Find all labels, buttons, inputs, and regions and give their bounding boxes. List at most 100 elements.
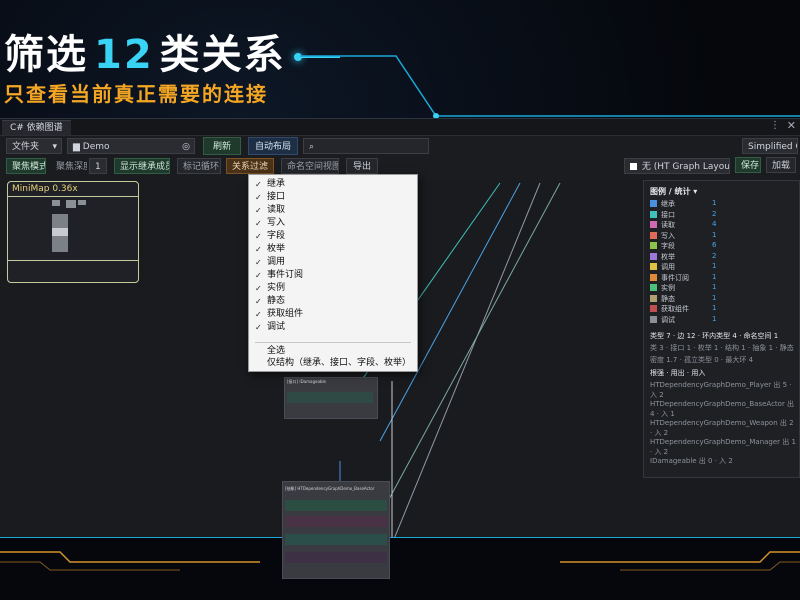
menu-item-label: 写入 [267, 218, 286, 228]
legend-swatch [650, 294, 657, 302]
load-button[interactable]: 加载 [766, 157, 796, 173]
menu-item-read[interactable]: ✓ 读取 [249, 204, 417, 217]
focus-mode-toggle[interactable]: 聚焦模式 [6, 158, 46, 174]
menu-item-label: 事件订阅 [267, 270, 304, 280]
graph-node-title: [接口] IDamageable [287, 379, 327, 384]
legend-name: 字段 [661, 242, 675, 250]
menu-item-debug[interactable]: ✓ 调试 [249, 321, 417, 334]
menu-item-structure-only[interactable]: 仅结构（继承、接口、字段、枚举） [249, 357, 417, 370]
show-inherited-toggle[interactable]: 显示继承成员 [114, 158, 170, 174]
check-icon: ✓ [255, 310, 262, 319]
menu-item-label: 调用 [267, 257, 286, 267]
layout-profile-value: 无 (HT Graph Layout Pro [641, 162, 730, 172]
legend-swatch [650, 252, 657, 260]
stats-summary-types: 类型 7 · 边 12 · 环内类型 4 · 命名空间 1 [650, 332, 779, 340]
namespace-view-toggle[interactable]: 命名空间视图 [281, 158, 339, 174]
menu-item-get-component[interactable]: ✓ 获取组件 [249, 308, 417, 321]
legend-name: 接口 [661, 210, 675, 219]
menu-item-call[interactable]: ✓ 调用 [249, 256, 417, 269]
legend-count: 1 [712, 230, 717, 239]
legend-swatch [650, 210, 657, 218]
legend-row: 读取 4 [650, 220, 790, 229]
graph-node-base-actor[interactable]: [抽象] HTDependencyGraphDemo_BaseActor [282, 481, 390, 579]
legend-count: 1 [712, 199, 717, 207]
refresh-button[interactable]: 刷新 [203, 137, 241, 155]
menu-item-label: 接口 [267, 192, 286, 202]
legend-name: 获取组件 [661, 305, 689, 313]
graph-node-port [285, 534, 387, 545]
check-icon: ✓ [255, 271, 262, 280]
menu-item-field[interactable]: ✓ 字段 [249, 230, 417, 243]
decor-circuit-bottom [0, 551, 800, 571]
legend-row: 获取组件 1 [650, 304, 790, 313]
more-menu-icon[interactable]: ⋮ [770, 120, 780, 131]
root-row: HTDependencyGraphDemo_Player 出 5 · 入 2 [650, 381, 792, 398]
check-icon: ✓ [255, 219, 262, 228]
legend-row: 事件订阅 1 [650, 273, 790, 282]
search-input[interactable]: ⌕ [303, 138, 429, 154]
roots-header: 根强 · 用出 · 用入 [650, 369, 706, 377]
mark-cycles-toggle[interactable]: 标记循环 [177, 158, 221, 174]
menu-item-label: 读取 [267, 205, 286, 215]
legend-row: 写入 1 [650, 231, 790, 240]
chevron-down-icon: ▾ [52, 142, 57, 152]
toolbar-row-1: 文件夹 ▾ ▆ Demo ◎ 刷新 自动布局 ⌕ Simplified C [0, 137, 800, 157]
legend-count: 1 [712, 262, 717, 270]
legend-row: 字段 6 [650, 241, 790, 250]
root-row: HTDependencyGraphDemo_Manager 出 1 · 入 2 [650, 438, 796, 455]
menu-item-event[interactable]: ✓ 事件订阅 [249, 269, 417, 282]
check-icon: ✓ [255, 297, 262, 306]
export-button[interactable]: 导出 [346, 158, 378, 174]
graph-node-title: [抽象] HTDependencyGraphDemo_BaseActor [285, 486, 375, 491]
check-icon: ✓ [255, 232, 262, 241]
legend-swatch [650, 231, 657, 239]
menu-item-label: 继承 [267, 179, 286, 189]
graph-node-port [285, 516, 387, 527]
focus-depth-input[interactable]: 1 [89, 158, 107, 174]
headline-number: 12 [94, 32, 154, 78]
menu-item-static[interactable]: ✓ 静态 [249, 295, 417, 308]
menu-item-label: 字段 [267, 231, 286, 241]
headline: 筛选 12 类关系 [4, 22, 286, 80]
check-icon: ✓ [255, 323, 262, 332]
check-icon: ✓ [255, 206, 262, 215]
graph-node-port [287, 392, 373, 403]
check-icon: ✓ [255, 193, 262, 202]
legend-row: 调用 1 [650, 262, 790, 271]
menu-item-inherit[interactable]: ✓ 继承 [249, 178, 417, 191]
scope-select[interactable]: 文件夹 ▾ [6, 138, 62, 154]
folder-path-field[interactable]: ▆ Demo ◎ [67, 138, 195, 154]
relation-filter-menu: ✓ 继承 ✓ 接口 ✓ 读取 ✓ 写入 ✓ 字段 ✓ 枚举 ✓ 调用 ✓ 事件订阅 ✓ 实例 ✓ 静… [248, 174, 418, 372]
graph-node-port [285, 552, 387, 563]
graph-node-port [285, 500, 387, 511]
auto-layout-button[interactable]: 自动布局 [248, 137, 298, 155]
menu-item-label: 获取组件 [267, 309, 304, 319]
legend-name: 写入 [661, 231, 675, 240]
check-icon: ✓ [255, 258, 262, 267]
tab-dependency-graph[interactable]: C# 依赖图谱 [2, 120, 71, 135]
legend-swatch [650, 273, 657, 281]
graph-node-idamageable[interactable]: [接口] IDamageable [284, 377, 378, 419]
menu-item-write[interactable]: ✓ 写入 [249, 217, 417, 230]
subheadline: 只查看当前真正需要的连接 [4, 82, 268, 106]
menu-item-instance[interactable]: ✓ 实例 [249, 282, 417, 295]
check-icon: ✓ [255, 245, 262, 254]
layout-mode-select[interactable]: Simplified C [742, 138, 798, 154]
legend-header[interactable]: 图例 / 统计 ▾ [650, 186, 697, 197]
legend-stats-panel: 图例 / 统计 ▾ 继承 1 接口 2 读取 4 写入 1 字段 6 枚举 2 调用 1 事件订阅 1 实例 1 静… [643, 180, 800, 478]
legend-swatch [650, 305, 657, 312]
legend-count: 1 [712, 304, 717, 312]
layout-profile-field[interactable]: 无 (HT Graph Layout Pro [624, 158, 730, 174]
legend-swatch [650, 315, 657, 323]
save-button[interactable]: 保存 [735, 157, 761, 173]
close-icon[interactable]: ✕ [787, 119, 796, 132]
menu-item-interface[interactable]: ✓ 接口 [249, 191, 417, 204]
legend-swatch [650, 200, 657, 207]
relation-filter-button[interactable]: 关系过滤 [226, 158, 274, 174]
legend-name: 调试 [661, 315, 675, 324]
menu-item-enum[interactable]: ✓ 枚举 [249, 243, 417, 256]
menu-item-label: 枚举 [267, 244, 286, 254]
check-icon: ✓ [255, 284, 262, 293]
legend-row: 继承 1 [650, 199, 790, 208]
legend-row: 实例 1 [650, 283, 790, 292]
